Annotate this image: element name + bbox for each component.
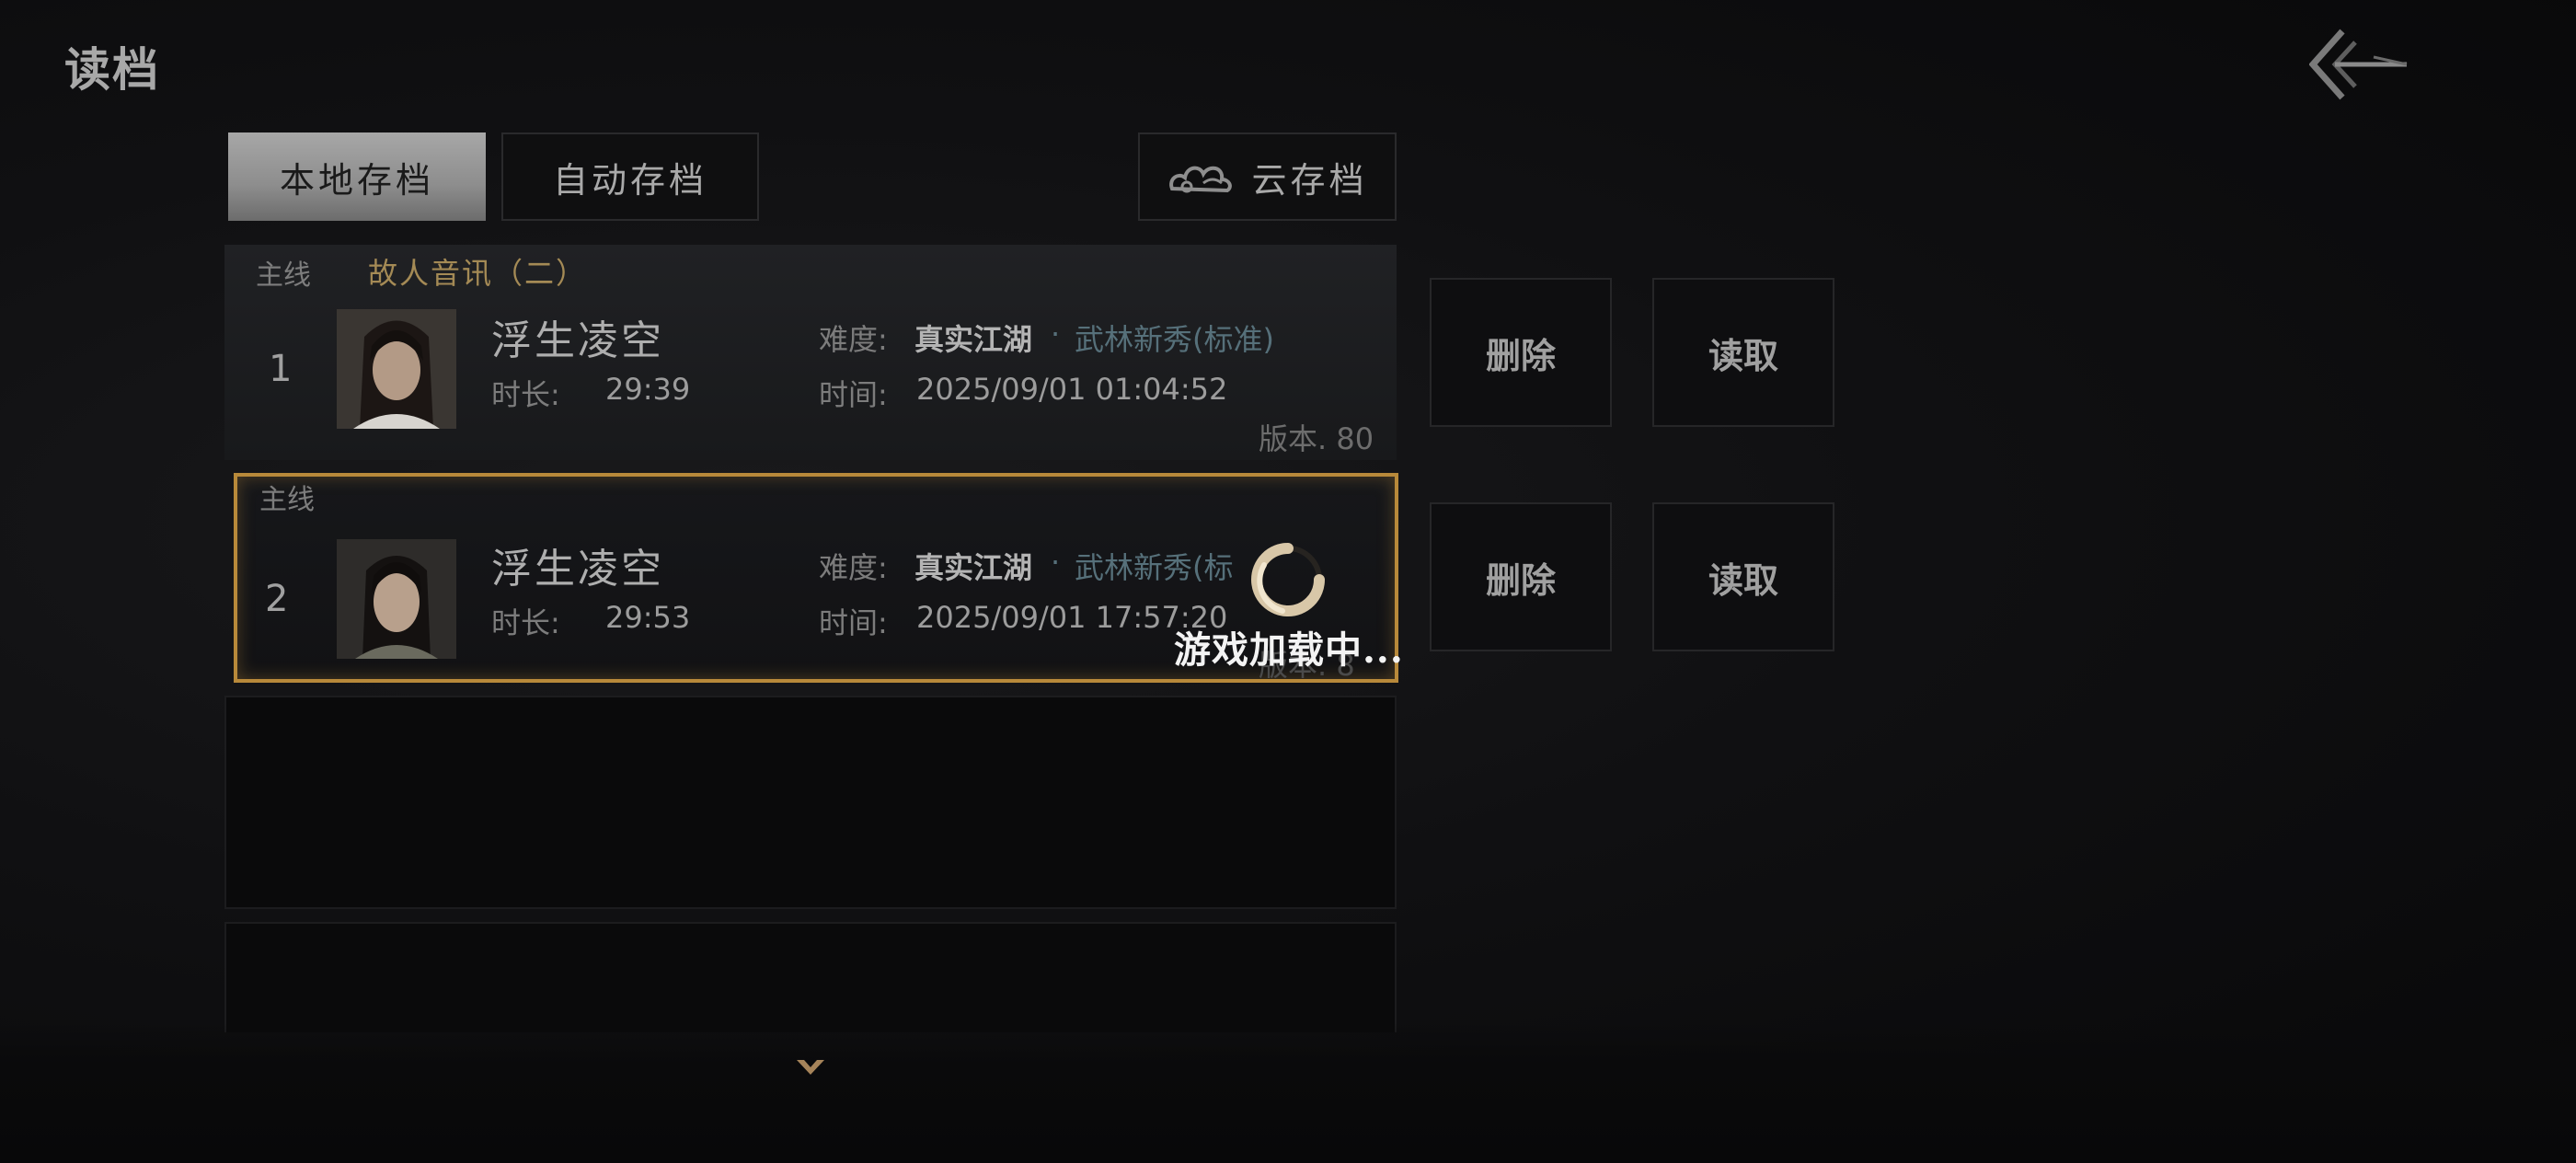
character-name: 浮生凌空 <box>491 546 664 593</box>
difficulty-sub: 武林新秀(标 <box>1075 550 1234 585</box>
empty-save-slot[interactable] <box>224 922 1397 1032</box>
load-game-screen: 读档 本地存档 自动存档 云存档 主线 故人音讯（二） 1 浮生凌空 时长: 2… <box>0 0 2576 1163</box>
delete-button[interactable]: 删除 <box>1430 278 1612 427</box>
duration-label: 时长: <box>491 605 560 640</box>
difficulty-label: 难度: <box>819 322 888 357</box>
duration-value: 29:53 <box>605 600 691 635</box>
load-button[interactable]: 读取 <box>1652 502 1834 651</box>
chapter-type-label: 主线 <box>259 484 315 516</box>
tab-local-saves[interactable]: 本地存档 <box>228 132 486 221</box>
difficulty-main: 真实江湖 <box>914 322 1033 357</box>
duration-label: 时长: <box>491 377 560 412</box>
bottom-fade-bar <box>0 1023 2576 1163</box>
chapter-name: 故人音讯（二） <box>368 256 588 291</box>
difficulty-sub: 武林新秀(标准) <box>1075 322 1274 357</box>
time-label: 时间: <box>819 605 888 640</box>
time-value: 2025/09/01 01:04:52 <box>916 372 1228 407</box>
chapter-type-label: 主线 <box>256 259 311 292</box>
duration-value: 29:39 <box>605 372 691 407</box>
time-label: 时间: <box>819 377 888 412</box>
delete-button[interactable]: 删除 <box>1430 502 1612 651</box>
save-slot-1[interactable]: 主线 故人音讯（二） 1 浮生凌空 时长: 29:39 难度: 真实江湖 · 武… <box>224 245 1397 460</box>
slot-number: 2 <box>265 578 289 620</box>
character-name: 浮生凌空 <box>491 317 664 364</box>
difficulty-separator: · <box>1051 545 1061 580</box>
chevron-down-icon[interactable] <box>795 1056 826 1078</box>
page-title: 读档 <box>64 43 160 97</box>
tab-auto-saves[interactable]: 自动存档 <box>501 132 759 221</box>
tab-cloud-label: 云存档 <box>1251 159 1368 201</box>
version-label: 版本. 80 <box>1259 421 1374 456</box>
cloud-icon <box>1169 166 1233 193</box>
tab-cloud-saves[interactable]: 云存档 <box>1138 132 1397 221</box>
character-portrait <box>337 539 456 659</box>
difficulty-separator: · <box>1051 317 1061 351</box>
back-arrow-icon <box>2308 29 2408 100</box>
empty-save-slot[interactable] <box>224 696 1397 909</box>
slot-number: 1 <box>269 348 293 390</box>
difficulty-label: 难度: <box>819 550 888 585</box>
back-button[interactable] <box>2308 26 2410 103</box>
loading-spinner-icon <box>1246 537 1330 622</box>
character-portrait <box>337 309 456 429</box>
loading-text: 游戏加载中... <box>1174 628 1404 672</box>
difficulty-main: 真实江湖 <box>914 550 1033 585</box>
load-button[interactable]: 读取 <box>1652 278 1834 427</box>
